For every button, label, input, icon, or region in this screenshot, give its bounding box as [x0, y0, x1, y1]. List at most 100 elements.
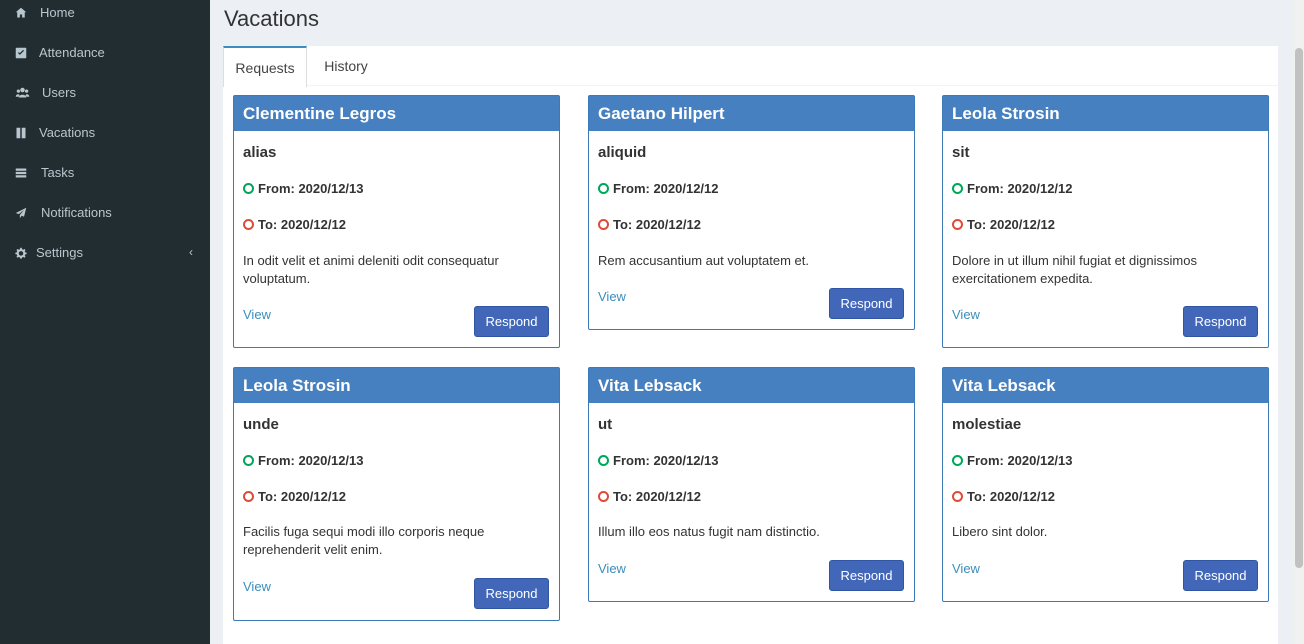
home-icon — [14, 6, 28, 20]
from-circle-icon — [952, 455, 963, 466]
view-link[interactable]: View — [952, 561, 980, 576]
vacation-request-card: Gaetano Hilpert aliquid From: 2020/12/12… — [588, 95, 915, 330]
sidebar: Home Attendance Users Vacations Tasks No… — [0, 0, 210, 644]
vacation-request-card: Clementine Legros alias From: 2020/12/13… — [233, 95, 560, 348]
from-date: From: 2020/12/12 — [613, 181, 719, 196]
to-date-row: To: 2020/12/12 — [598, 489, 701, 504]
from-circle-icon — [243, 183, 254, 194]
from-date-row: From: 2020/12/12 — [952, 181, 1073, 196]
sidebar-item-label: Notifications — [41, 205, 112, 220]
vacation-request-card: Leola Strosin sit From: 2020/12/12 To: 2… — [942, 95, 1269, 348]
from-date: From: 2020/12/13 — [967, 453, 1073, 468]
columns-icon — [14, 126, 28, 140]
card-subject: alias — [243, 144, 277, 161]
respond-button[interactable]: Respond — [1183, 306, 1258, 337]
page-title: Vacations — [224, 6, 319, 31]
sidebar-item-users[interactable]: Users — [0, 73, 210, 113]
view-link[interactable]: View — [598, 561, 626, 576]
to-date: To: 2020/12/12 — [967, 217, 1055, 232]
card-employee-name: Gaetano Hilpert — [589, 96, 914, 131]
from-date-row: From: 2020/12/13 — [243, 453, 364, 468]
from-date-row: From: 2020/12/13 — [952, 453, 1073, 468]
card-description: Libero sint dolor. — [952, 524, 1048, 539]
card-subject: aliquid — [598, 144, 647, 161]
respond-button[interactable]: Respond — [474, 306, 549, 337]
to-date: To: 2020/12/12 — [258, 217, 346, 232]
card-subject: molestiae — [952, 416, 1022, 433]
card-employee-name: Vita Lebsack — [943, 368, 1268, 403]
sidebar-item-home[interactable]: Home — [0, 0, 210, 33]
card-subject: ut — [598, 416, 613, 433]
from-date: From: 2020/12/13 — [258, 453, 364, 468]
from-date-row: From: 2020/12/13 — [243, 181, 364, 196]
to-circle-icon — [243, 219, 254, 230]
gear-icon — [14, 246, 28, 260]
from-date: From: 2020/12/12 — [967, 181, 1073, 196]
sidebar-item-vacations[interactable]: Vacations — [0, 113, 210, 153]
from-circle-icon — [243, 455, 254, 466]
from-date: From: 2020/12/13 — [258, 181, 364, 196]
card-subject: sit — [952, 144, 970, 161]
from-date-row: From: 2020/12/13 — [598, 453, 719, 468]
tab-history[interactable]: History — [311, 46, 381, 86]
paper-plane-icon — [14, 206, 28, 220]
from-circle-icon — [952, 183, 963, 194]
chevron-left-icon: ‹ — [189, 245, 193, 259]
from-circle-icon — [598, 183, 609, 194]
card-description: In odit velit et animi deleniti odit con… — [243, 253, 499, 286]
card-employee-name: Vita Lebsack — [589, 368, 914, 403]
check-square-icon — [14, 46, 28, 60]
from-circle-icon — [598, 455, 609, 466]
view-link[interactable]: View — [243, 307, 271, 322]
to-date-row: To: 2020/12/12 — [243, 489, 346, 504]
from-date: From: 2020/12/13 — [613, 453, 719, 468]
view-link[interactable]: View — [598, 289, 626, 304]
to-date-row: To: 2020/12/12 — [952, 489, 1055, 504]
to-date-row: To: 2020/12/12 — [952, 217, 1055, 232]
view-link[interactable]: View — [243, 579, 271, 594]
to-date: To: 2020/12/12 — [613, 217, 701, 232]
respond-button[interactable]: Respond — [474, 578, 549, 609]
sidebar-item-notifications[interactable]: Notifications — [0, 193, 210, 233]
card-subject: unde — [243, 416, 279, 433]
card-description: Illum illo eos natus fugit nam distincti… — [598, 524, 820, 539]
to-date: To: 2020/12/12 — [967, 489, 1055, 504]
to-date-row: To: 2020/12/12 — [243, 217, 346, 232]
to-circle-icon — [598, 491, 609, 502]
sidebar-item-label: Home — [40, 5, 75, 20]
respond-button[interactable]: Respond — [829, 560, 904, 591]
sidebar-item-attendance[interactable]: Attendance — [0, 33, 210, 73]
view-link[interactable]: View — [952, 307, 980, 322]
card-description: Facilis fuga sequi modi illo corporis ne… — [243, 524, 485, 557]
scrollbar-thumb[interactable] — [1295, 48, 1303, 568]
tasks-icon — [14, 166, 28, 180]
tab-requests[interactable]: Requests — [223, 46, 307, 87]
card-employee-name: Leola Strosin — [943, 96, 1268, 131]
card-description: Rem accusantium aut voluptatem et. — [598, 253, 809, 268]
card-employee-name: Clementine Legros — [234, 96, 559, 131]
from-date-row: From: 2020/12/12 — [598, 181, 719, 196]
sidebar-item-label: Settings — [36, 245, 83, 260]
card-description: Dolore in ut illum nihil fugiat et digni… — [952, 253, 1197, 286]
vacation-request-card: Vita Lebsack ut From: 2020/12/13 To: 202… — [588, 367, 915, 602]
to-circle-icon — [598, 219, 609, 230]
sidebar-item-label: Users — [42, 85, 76, 100]
respond-button[interactable]: Respond — [1183, 560, 1258, 591]
to-date-row: To: 2020/12/12 — [598, 217, 701, 232]
sidebar-item-label: Attendance — [39, 45, 105, 60]
card-employee-name: Leola Strosin — [234, 368, 559, 403]
to-date: To: 2020/12/12 — [613, 489, 701, 504]
sidebar-item-label: Tasks — [41, 165, 75, 180]
tab-bar: Requests History — [223, 46, 1278, 87]
page-scrollbar[interactable] — [1294, 0, 1304, 644]
vacation-request-card: Leola Strosin unde From: 2020/12/13 To: … — [233, 367, 560, 621]
sidebar-item-settings[interactable]: Settings ‹ — [0, 233, 210, 273]
to-circle-icon — [952, 491, 963, 502]
to-date: To: 2020/12/12 — [258, 489, 346, 504]
users-icon — [14, 86, 30, 100]
sidebar-item-tasks[interactable]: Tasks — [0, 153, 210, 193]
vacation-request-card: Vita Lebsack molestiae From: 2020/12/13 … — [942, 367, 1269, 602]
respond-button[interactable]: Respond — [829, 288, 904, 319]
sidebar-item-label: Vacations — [39, 125, 96, 140]
to-circle-icon — [952, 219, 963, 230]
